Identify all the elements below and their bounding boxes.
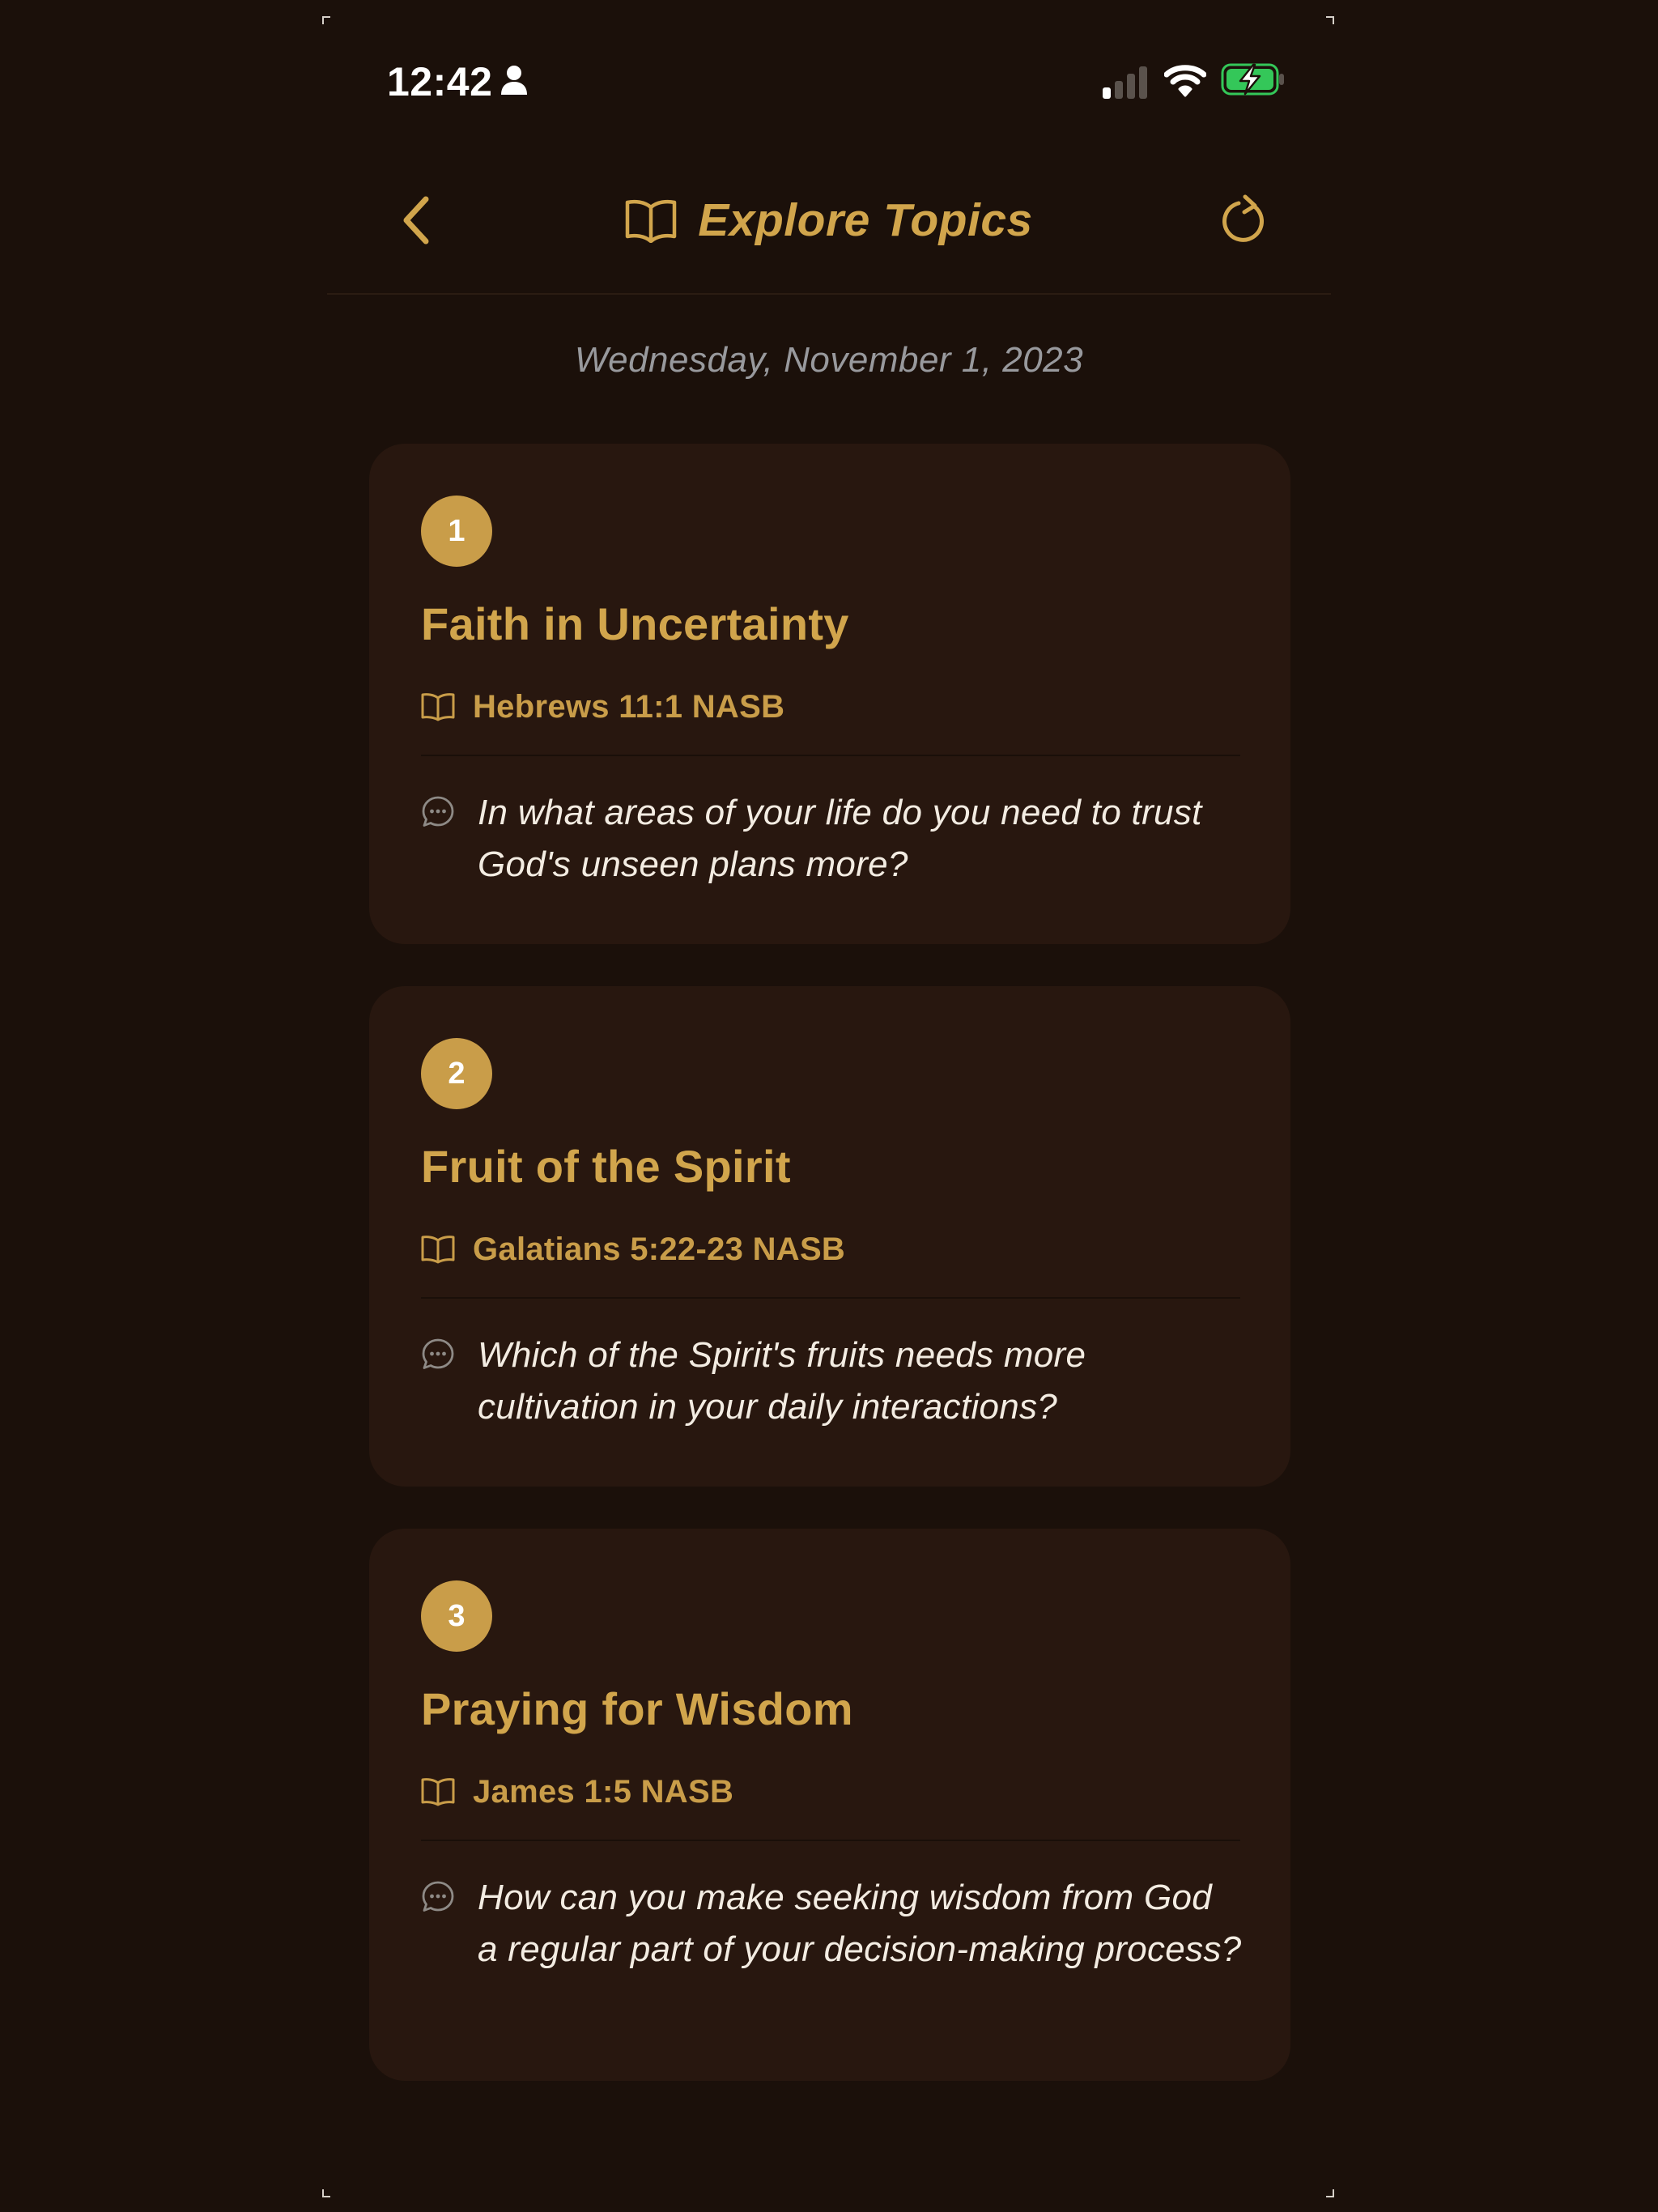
reflection-question: In what areas of your life do you need t… — [421, 787, 1242, 891]
refresh-icon — [1222, 194, 1265, 242]
date-label: Wednesday, November 1, 2023 — [574, 340, 1084, 380]
navigation-bar: Explore Topics — [327, 155, 1331, 293]
chat-bubble-icon — [422, 1338, 454, 1369]
status-time: 12:42 — [387, 59, 493, 104]
reflection-question-text: How can you make seeking wisdom from God… — [478, 1878, 1242, 1969]
topic-title: Fruit of the Spirit — [421, 1141, 791, 1192]
topic-title: Praying for Wisdom — [421, 1683, 853, 1734]
app-screen: 12:42 Explore Topics Wednesday, November… — [327, 18, 1331, 2194]
topic-number-badge: 2 — [421, 1038, 492, 1109]
refresh-button[interactable] — [1216, 191, 1273, 248]
person-icon — [501, 66, 527, 95]
cellular-signal-icon — [1103, 66, 1147, 99]
scripture-reference-text: Galatians 5:22-23 NASB — [473, 1231, 846, 1267]
reflection-question-text: In what areas of your life do you need t… — [478, 793, 1202, 884]
scripture-reference: Galatians 5:22-23 NASB — [421, 1229, 845, 1270]
scripture-reference-text: James 1:5 NASB — [473, 1773, 734, 1810]
nav-divider — [327, 293, 1331, 295]
reflection-question: Which of the Spirit's fruits needs more … — [421, 1329, 1242, 1433]
scripture-reference: James 1:5 NASB — [421, 1772, 733, 1812]
topic-card[interactable]: 1 Faith in Uncertainty Hebrews 11:1 NASB… — [369, 444, 1290, 944]
status-bar: 12:42 — [327, 18, 1331, 115]
card-divider — [421, 1297, 1240, 1299]
topic-number-badge: 1 — [421, 496, 492, 567]
page-title: Explore Topics — [698, 194, 1033, 246]
reflection-question-text: Which of the Spirit's fruits needs more … — [478, 1335, 1086, 1427]
topic-title: Faith in Uncertainty — [421, 598, 849, 649]
scripture-reference-text: Hebrews 11:1 NASB — [473, 688, 785, 725]
chat-bubble-icon — [422, 796, 454, 827]
chat-bubble-icon — [422, 1881, 454, 1912]
topic-card[interactable]: 3 Praying for Wisdom James 1:5 NASB How … — [369, 1529, 1290, 2081]
topic-card[interactable]: 2 Fruit of the Spirit Galatians 5:22-23 … — [369, 986, 1290, 1487]
reflection-question: How can you make seeking wisdom from God… — [421, 1872, 1242, 1976]
wifi-icon — [1164, 65, 1206, 97]
open-book-icon — [421, 1778, 455, 1806]
card-divider — [421, 755, 1240, 756]
battery-charging-icon — [1221, 63, 1284, 96]
open-book-icon — [626, 199, 677, 243]
scripture-reference: Hebrews 11:1 NASB — [421, 687, 784, 727]
card-divider — [421, 1840, 1240, 1841]
open-book-icon — [421, 1236, 455, 1264]
open-book-icon — [421, 693, 455, 721]
nav-title-group: Explore Topics — [327, 188, 1331, 253]
topic-number-badge: 3 — [421, 1580, 492, 1652]
